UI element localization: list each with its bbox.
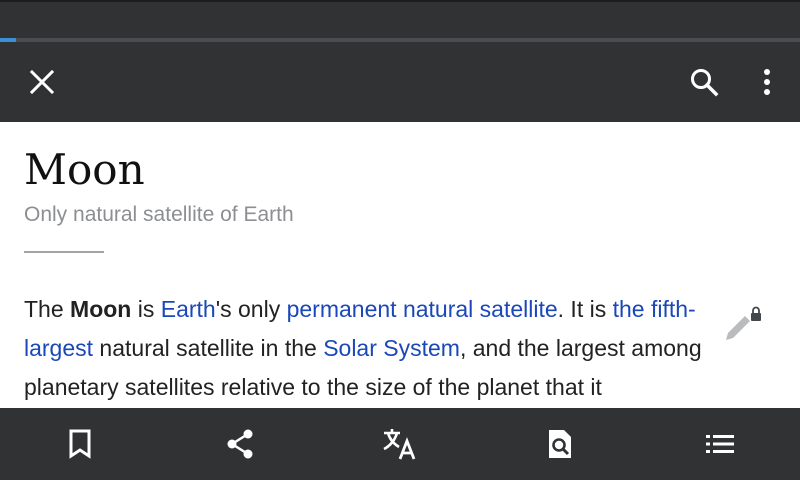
page-description: Only natural satellite of Earth [24, 203, 294, 226]
lead-paragraph: The Moon is Earth's only permanent natur… [24, 290, 724, 407]
table-of-contents-button[interactable] [696, 420, 744, 468]
paragraph-text: is [131, 296, 161, 322]
article-subject-bold: Moon [70, 296, 132, 322]
link-permanent-natural-satellite[interactable]: permanent natural satellite [287, 296, 558, 322]
article-content: Moon Only natural satellite of Earth The… [0, 122, 800, 408]
bookmark-icon [69, 429, 91, 459]
page-title: Moon [24, 145, 145, 194]
paragraph-text: The [24, 296, 71, 322]
title-divider [24, 251, 104, 253]
paragraph-text: natural satellite in the [93, 335, 324, 361]
edit-section-button[interactable] [720, 302, 768, 350]
translate-button[interactable] [376, 420, 424, 468]
find-in-page-button[interactable] [536, 420, 584, 468]
translate-icon [383, 429, 416, 460]
share-icon [227, 429, 253, 459]
status-bar [0, 0, 800, 38]
table-of-contents-icon [706, 435, 734, 453]
link-earth[interactable]: Earth [161, 296, 216, 322]
overflow-menu-button[interactable] [743, 58, 791, 106]
locked-edit-icon [726, 306, 761, 340]
top-toolbar [0, 42, 800, 122]
link-solar-system[interactable]: Solar System [323, 335, 460, 361]
close-button[interactable] [18, 58, 66, 106]
bottom-toolbar [0, 408, 800, 480]
paragraph-text: 's only [215, 296, 287, 322]
more-vertical-icon [764, 69, 770, 95]
find-in-page-icon [549, 430, 571, 458]
close-icon [29, 69, 55, 95]
search-button[interactable] [680, 58, 728, 106]
bookmark-button[interactable] [56, 420, 104, 468]
paragraph-text: . It is [557, 296, 613, 322]
search-icon [691, 69, 719, 97]
share-button[interactable] [216, 420, 264, 468]
